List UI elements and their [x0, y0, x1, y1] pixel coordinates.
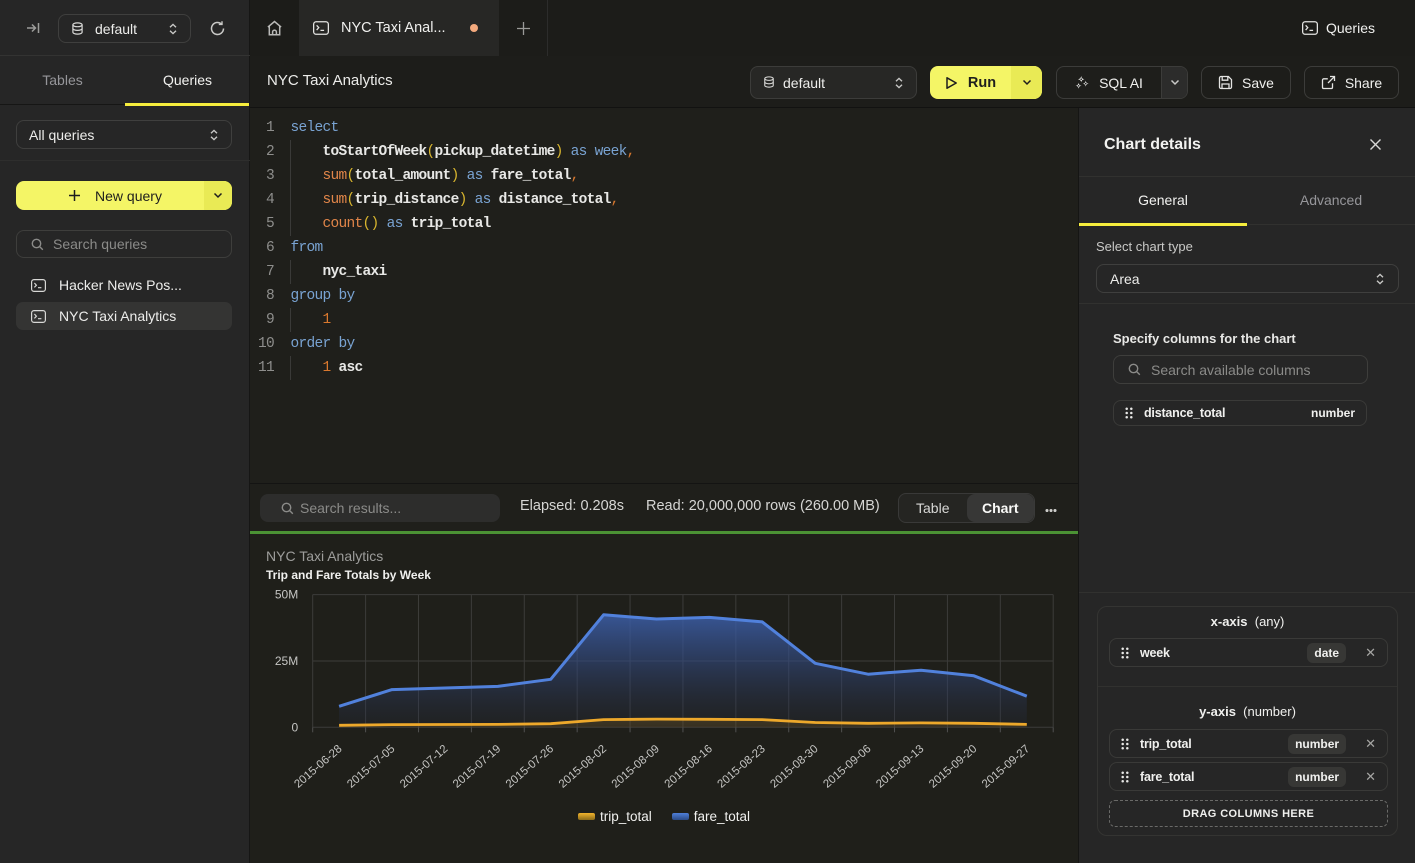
- svg-text:2015-09-06: 2015-09-06: [821, 743, 873, 791]
- svg-text:2015-08-23: 2015-08-23: [715, 743, 767, 791]
- svg-text:2015-09-27: 2015-09-27: [980, 743, 1032, 791]
- svg-text:50M: 50M: [275, 588, 298, 602]
- svg-text:2015-07-12: 2015-07-12: [398, 743, 450, 791]
- svg-text:2015-08-30: 2015-08-30: [768, 743, 820, 791]
- svg-text:2015-06-28: 2015-06-28: [292, 743, 344, 791]
- svg-text:2015-07-05: 2015-07-05: [345, 743, 397, 791]
- svg-text:2015-08-02: 2015-08-02: [557, 743, 609, 791]
- svg-text:2015-09-20: 2015-09-20: [927, 743, 979, 791]
- svg-text:25M: 25M: [275, 654, 298, 668]
- svg-text:2015-08-09: 2015-08-09: [610, 743, 662, 791]
- svg-text:2015-09-13: 2015-09-13: [874, 743, 926, 791]
- svg-text:2015-07-19: 2015-07-19: [451, 743, 503, 791]
- svg-text:0: 0: [292, 720, 299, 734]
- svg-text:2015-07-26: 2015-07-26: [504, 743, 556, 791]
- svg-text:2015-08-16: 2015-08-16: [663, 743, 715, 791]
